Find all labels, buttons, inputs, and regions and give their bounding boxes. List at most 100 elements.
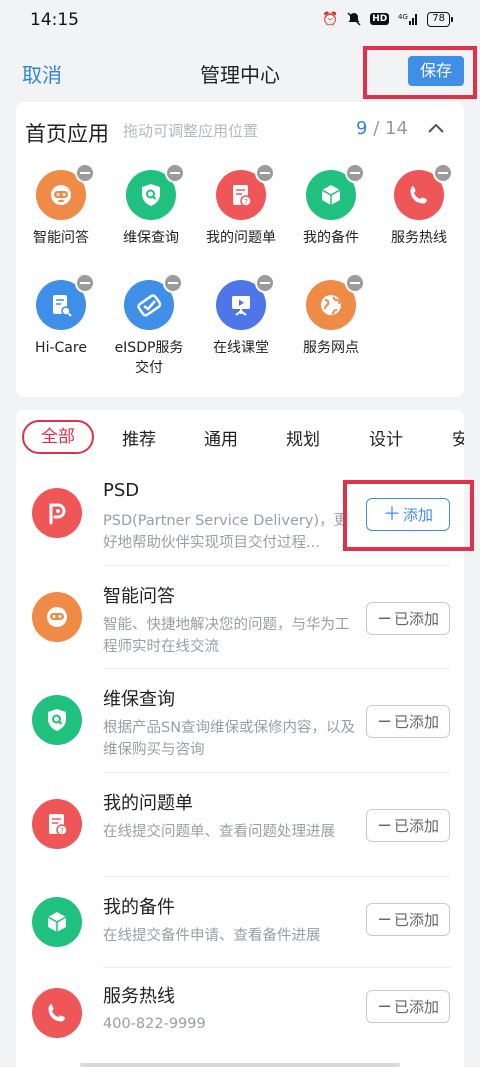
app-name: 服务热线	[103, 986, 175, 1007]
app-desc: PSD(Partner Service Delivery)，更好地帮助伙伴实现项…	[103, 513, 349, 551]
alarm-icon: ⏰	[322, 11, 339, 27]
mute-icon	[346, 11, 362, 27]
home-app-label: eISDP服务交付	[114, 340, 184, 376]
minus-icon: −	[376, 814, 393, 836]
remove-icon[interactable]	[75, 163, 95, 183]
divider	[103, 876, 450, 877]
home-app-label: 在线课堂	[213, 340, 269, 356]
tab-planning[interactable]: 规划	[286, 425, 320, 450]
status-bar: 14:15 ⏰ HD 4G 78	[0, 0, 480, 42]
app-name: 我的问题单	[103, 793, 193, 814]
remove-icon[interactable]	[345, 163, 365, 183]
remove-icon[interactable]	[75, 273, 95, 293]
home-app-item[interactable]: Hi-Care	[16, 273, 106, 358]
home-app-item[interactable]: 我的备件	[286, 163, 376, 248]
home-apps-count: 9 / 14	[356, 118, 408, 139]
phone-icon	[394, 163, 453, 220]
presentation-icon	[216, 273, 275, 330]
shield-search-icon	[126, 163, 185, 220]
home-app-item[interactable]: 维保查询	[106, 163, 196, 248]
home-app-item[interactable]: 在线课堂	[196, 273, 286, 358]
divider	[103, 668, 450, 669]
minus-icon: −	[376, 908, 393, 930]
app-desc: 在线提交备件申请、查看备件进展	[103, 928, 321, 944]
added-button[interactable]: − 已添加	[366, 602, 450, 635]
home-apps-card: 首页应用 拖动可调整应用位置 9 / 14 智能问答 维保查询 ? 我的问题单 …	[16, 102, 464, 397]
remove-icon[interactable]	[255, 163, 275, 183]
app-desc: 在线提交问题单、查看问题处理进展	[103, 824, 335, 840]
chevron-up-icon[interactable]	[426, 118, 446, 138]
home-app-label: 智能问答	[33, 230, 89, 246]
home-app-label: 服务热线	[391, 230, 447, 246]
added-button-label: 已添加	[394, 817, 440, 835]
divider	[103, 772, 450, 773]
tab-general[interactable]: 通用	[204, 425, 238, 450]
divider	[103, 967, 450, 968]
app-desc: 400-822-9999	[103, 1016, 206, 1032]
count-total: 14	[385, 118, 408, 139]
battery-icon: 78	[427, 11, 453, 27]
added-button[interactable]: − 已添加	[366, 990, 450, 1023]
home-app-item[interactable]: 智能问答	[16, 163, 106, 248]
svg-text:?: ?	[244, 198, 248, 206]
tab-security[interactable]: 安	[452, 425, 464, 450]
added-button[interactable]: − 已添加	[366, 809, 450, 842]
add-highlight-box	[343, 480, 474, 551]
home-app-label: 服务网点	[303, 340, 359, 356]
home-apps-title: 首页应用	[25, 122, 109, 146]
minus-icon: −	[376, 710, 393, 732]
tab-all[interactable]: 全部	[22, 420, 94, 454]
app-desc: 根据产品SN查询维保或保修内容，以及维保购买与咨询	[103, 720, 356, 758]
remove-icon[interactable]	[255, 273, 275, 293]
added-button[interactable]: − 已添加	[366, 903, 450, 936]
minus-icon: −	[376, 995, 393, 1017]
home-app-label: 我的备件	[303, 230, 359, 246]
app-name: 维保查询	[103, 689, 175, 710]
cube-icon	[306, 163, 365, 220]
phone-icon	[32, 988, 82, 1038]
remove-icon[interactable]	[433, 163, 453, 183]
remove-icon[interactable]	[165, 163, 185, 183]
tab-recommended[interactable]: 推荐	[122, 425, 156, 450]
tab-design[interactable]: 设计	[369, 425, 403, 450]
cube-icon	[32, 897, 82, 947]
save-highlight-box	[363, 46, 477, 99]
status-icons: ⏰ HD 4G 78	[322, 11, 453, 27]
added-button-label: 已添加	[394, 998, 440, 1016]
home-app-item[interactable]: 服务热线	[374, 163, 464, 248]
list-item: 智能问答 智能、快捷地解决您的问题，与华为工程师实时在线交流 − 已添加	[16, 568, 464, 671]
app-name: 我的备件	[103, 897, 175, 918]
home-app-label: 我的问题单	[206, 230, 276, 246]
remove-icon[interactable]	[163, 273, 183, 293]
svg-text:?: ?	[60, 827, 64, 835]
list-item: 我的备件 在线提交备件申请、查看备件进展 − 已添加	[16, 879, 464, 969]
list-item: 维保查询 根据产品SN查询维保或保修内容，以及维保购买与咨询 − 已添加	[16, 671, 464, 774]
home-app-item[interactable]: 服务网点	[286, 273, 376, 358]
app-desc: 智能、快捷地解决您的问题，与华为工程师实时在线交流	[103, 617, 350, 655]
home-app-label: Hi-Care	[35, 340, 87, 356]
status-time: 14:15	[30, 10, 79, 30]
app-name: PSD	[103, 480, 140, 501]
check-card-icon	[124, 273, 183, 330]
svg-text:4G: 4G	[398, 13, 408, 21]
shield-search-icon	[32, 695, 82, 745]
cancel-button[interactable]: 取消	[22, 59, 62, 88]
home-app-label: 维保查询	[123, 230, 179, 246]
home-apps-hint: 拖动可调整应用位置	[123, 122, 259, 140]
remove-icon[interactable]	[345, 273, 365, 293]
hd-icon: HD	[370, 13, 390, 25]
home-app-item[interactable]: eISDP服务交付	[104, 273, 194, 378]
doc-wrench-icon	[36, 273, 95, 330]
added-button-label: 已添加	[394, 610, 440, 628]
home-indicator	[80, 1063, 400, 1067]
robot-icon	[32, 592, 82, 642]
question-doc-icon: ?	[32, 799, 82, 849]
signal-icon: 4G	[397, 11, 419, 27]
added-button-label: 已添加	[394, 911, 440, 929]
added-button-label: 已添加	[394, 713, 440, 731]
count-separator: /	[373, 118, 380, 139]
list-item: ? 我的问题单 在线提交问题单、查看问题处理进展 − 已添加	[16, 775, 464, 878]
added-button[interactable]: − 已添加	[366, 705, 450, 738]
list-item: 服务热线 400-822-9999 − 已添加	[16, 970, 464, 1065]
home-app-item[interactable]: ? 我的问题单	[196, 163, 286, 248]
